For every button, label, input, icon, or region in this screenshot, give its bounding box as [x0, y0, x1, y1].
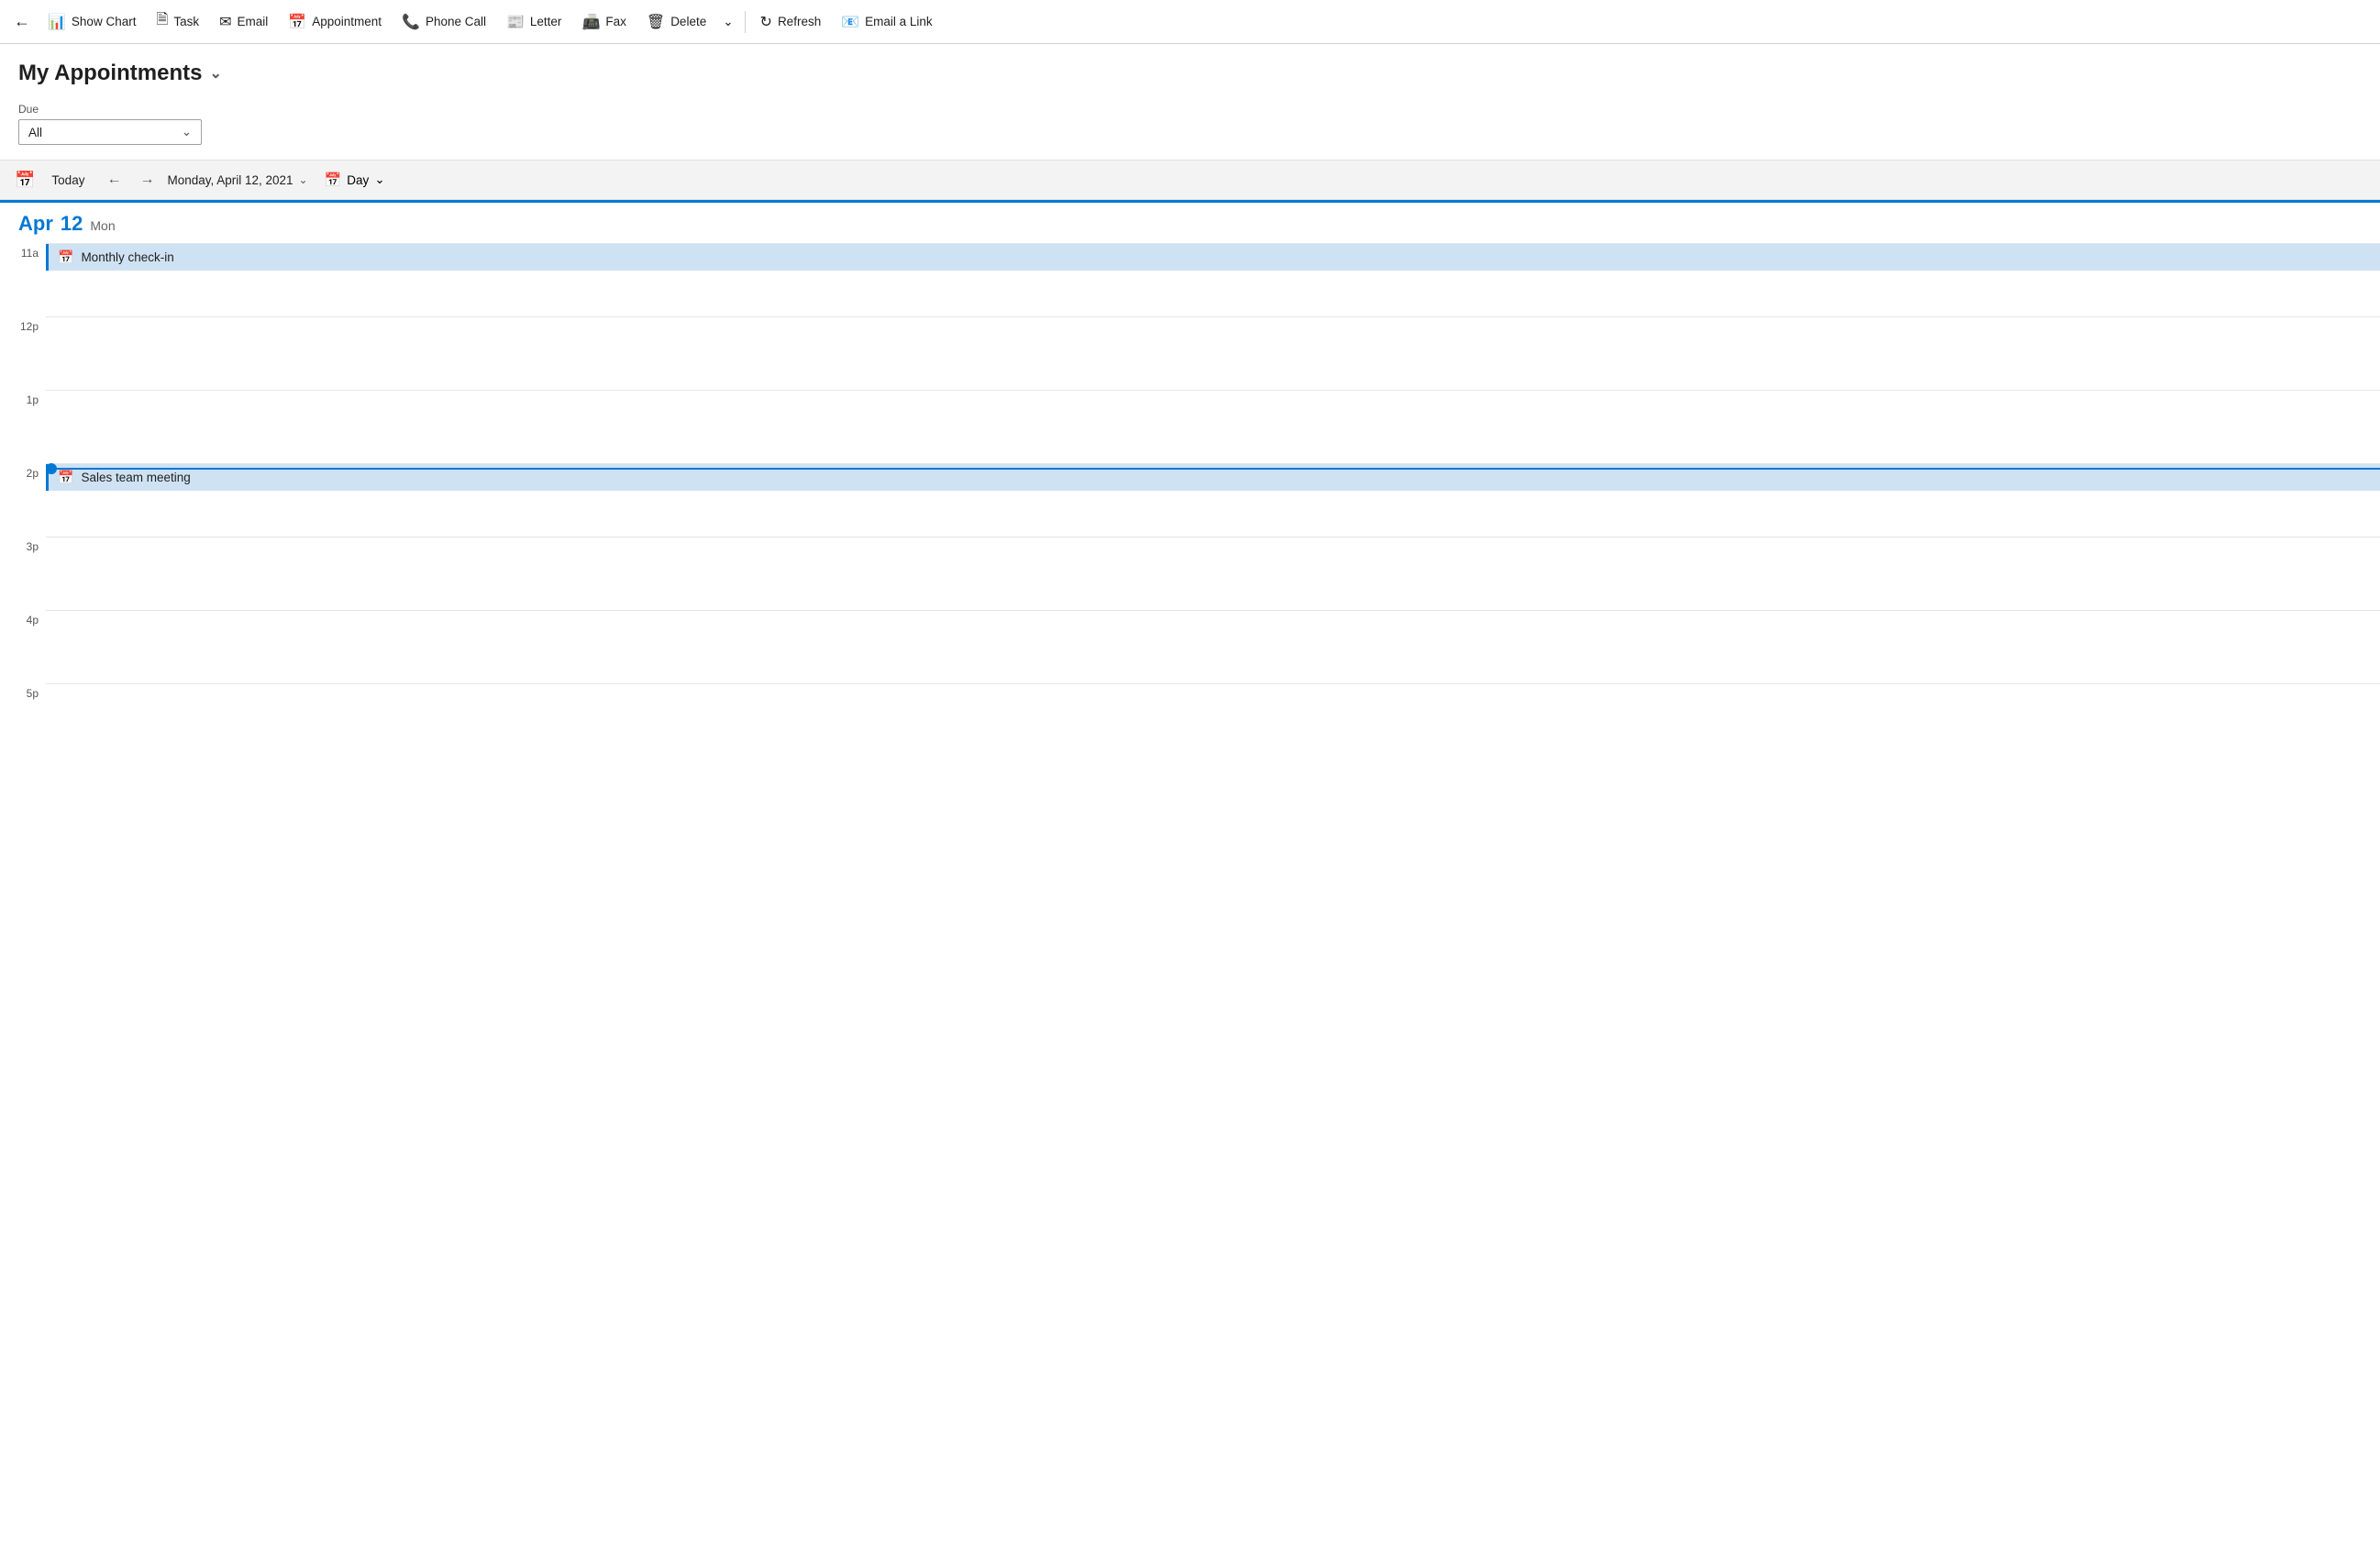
fax-label: Fax [605, 15, 626, 28]
time-content-12p [46, 316, 2380, 390]
email-link-button[interactable]: 📧 Email a Link [832, 7, 941, 37]
cal-date-text: Monday, April 12, 2021 [167, 173, 293, 187]
letter-label: Letter [530, 15, 562, 28]
today-label: Today [51, 173, 84, 187]
email-link-icon: 📧 [841, 13, 859, 31]
filter-label: Due [18, 103, 2362, 116]
phone-call-button[interactable]: 📞 Phone Call [393, 7, 495, 37]
time-content-5p [46, 683, 2380, 757]
time-content-1p [46, 390, 2380, 463]
filter-area: Due All ⌄ [0, 95, 2380, 160]
appointment-icon: 📅 [288, 13, 306, 31]
toolbar: ← 📊 Show Chart 🗎 Task ✉ Email 📅 Appointm… [0, 0, 2380, 44]
current-time-bar [57, 468, 2380, 470]
calendar-nav: 📅 Today ← → Monday, April 12, 2021 ⌄ 📅 D… [0, 160, 2380, 200]
cal-view-icon: 📅 [325, 172, 342, 188]
time-grid: 11a 📅 Monthly check-in 12p 1p [0, 243, 2380, 757]
next-icon: → [139, 172, 154, 188]
cal-date-display[interactable]: Monday, April 12, 2021 ⌄ [167, 173, 307, 187]
appointment-button[interactable]: 📅 Appointment [279, 7, 391, 37]
filter-value: All [28, 126, 42, 139]
delete-button[interactable]: 🗑 Delete [637, 7, 715, 37]
page-title-chevron[interactable]: ⌄ [209, 64, 221, 83]
phone-call-label: Phone Call [426, 15, 486, 28]
cal-view-chevron: ⌄ [374, 172, 384, 187]
letter-icon: 📰 [506, 13, 525, 31]
refresh-icon: ↻ [760, 13, 772, 31]
page-title: My Appointments ⌄ [18, 61, 2362, 86]
time-label-11a: 11a [0, 243, 46, 260]
back-icon: ← [14, 12, 30, 31]
fax-button[interactable]: 📠 Fax [572, 7, 635, 37]
time-row-1p: 1p [0, 390, 2380, 463]
event-title: Monthly check-in [81, 250, 173, 264]
time-row-2p: 2p 📅 Sales team meeting [0, 463, 2380, 537]
time-row-11a: 11a 📅 Monthly check-in [0, 243, 2380, 316]
time-row-12p: 12p [0, 316, 2380, 390]
back-button[interactable]: ← [7, 7, 37, 37]
time-label-12p: 12p [0, 316, 46, 333]
delete-icon: 🗑 [647, 13, 665, 31]
task-label: Task [173, 15, 199, 28]
cal-day-name: Mon [90, 218, 115, 233]
today-button[interactable]: Today [42, 170, 94, 191]
toolbar-divider [745, 11, 746, 33]
show-chart-button[interactable]: 📊 Show Chart [39, 7, 145, 37]
cal-date-heading: Apr 12 Mon [0, 203, 2380, 243]
email-icon: ✉ [219, 13, 231, 31]
prev-day-button[interactable]: ← [101, 167, 127, 193]
page-header: My Appointments ⌄ [0, 44, 2380, 95]
email-link-label: Email a Link [865, 15, 933, 28]
time-row-3p: 3p [0, 537, 2380, 610]
email-label: Email [238, 15, 269, 28]
cal-view-button[interactable]: 📅 Day ⌄ [315, 168, 394, 192]
chart-icon: 📊 [48, 13, 66, 31]
event-monthly-checkin[interactable]: 📅 Monthly check-in [46, 244, 2380, 271]
refresh-button[interactable]: ↻ Refresh [751, 7, 831, 37]
current-time-dot [46, 463, 57, 474]
more-button[interactable]: ⌄ [717, 9, 738, 35]
time-label-4p: 4p [0, 610, 46, 626]
show-chart-label: Show Chart [72, 15, 137, 28]
time-row-5p: 5p [0, 683, 2380, 757]
email-button[interactable]: ✉ Email [210, 7, 277, 37]
phone-icon: 📞 [402, 13, 420, 31]
task-icon: 🗎 [156, 9, 168, 34]
delete-label: Delete [670, 15, 706, 28]
fax-icon: 📠 [581, 13, 600, 31]
time-content-11a: 📅 Monthly check-in [46, 243, 2380, 316]
calendar-icon: 📅 [15, 171, 35, 190]
letter-button[interactable]: 📰 Letter [497, 7, 570, 37]
page-title-text: My Appointments [18, 61, 202, 86]
cal-date-chevron: ⌄ [299, 173, 308, 186]
refresh-label: Refresh [778, 15, 821, 28]
appointment-label: Appointment [312, 15, 382, 28]
time-label-3p: 3p [0, 537, 46, 553]
time-label-1p: 1p [0, 390, 46, 406]
event-icon: 📅 [58, 249, 73, 265]
cal-day-num: 12 [61, 212, 83, 236]
time-content-2p: 📅 Sales team meeting [46, 463, 2380, 537]
current-time-line [0, 463, 2380, 474]
next-day-button[interactable]: → [134, 167, 160, 193]
filter-chevron: ⌄ [182, 125, 192, 139]
time-label-5p: 5p [0, 683, 46, 700]
calendar-area: Apr 12 Mon 11a 📅 Monthly check-in 12p 1p [0, 200, 2380, 757]
time-row-4p: 4p [0, 610, 2380, 683]
cal-view-label: Day [347, 173, 369, 187]
time-content-4p [46, 610, 2380, 683]
more-icon: ⌄ [723, 15, 733, 29]
prev-icon: ← [106, 172, 121, 188]
time-row-wrapper-2p: 2p 📅 Sales team meeting [0, 463, 2380, 537]
due-filter-select[interactable]: All ⌄ [18, 119, 202, 145]
cal-month: Apr [18, 212, 53, 236]
time-content-3p [46, 537, 2380, 610]
task-button[interactable]: 🗎 Task [147, 4, 208, 39]
